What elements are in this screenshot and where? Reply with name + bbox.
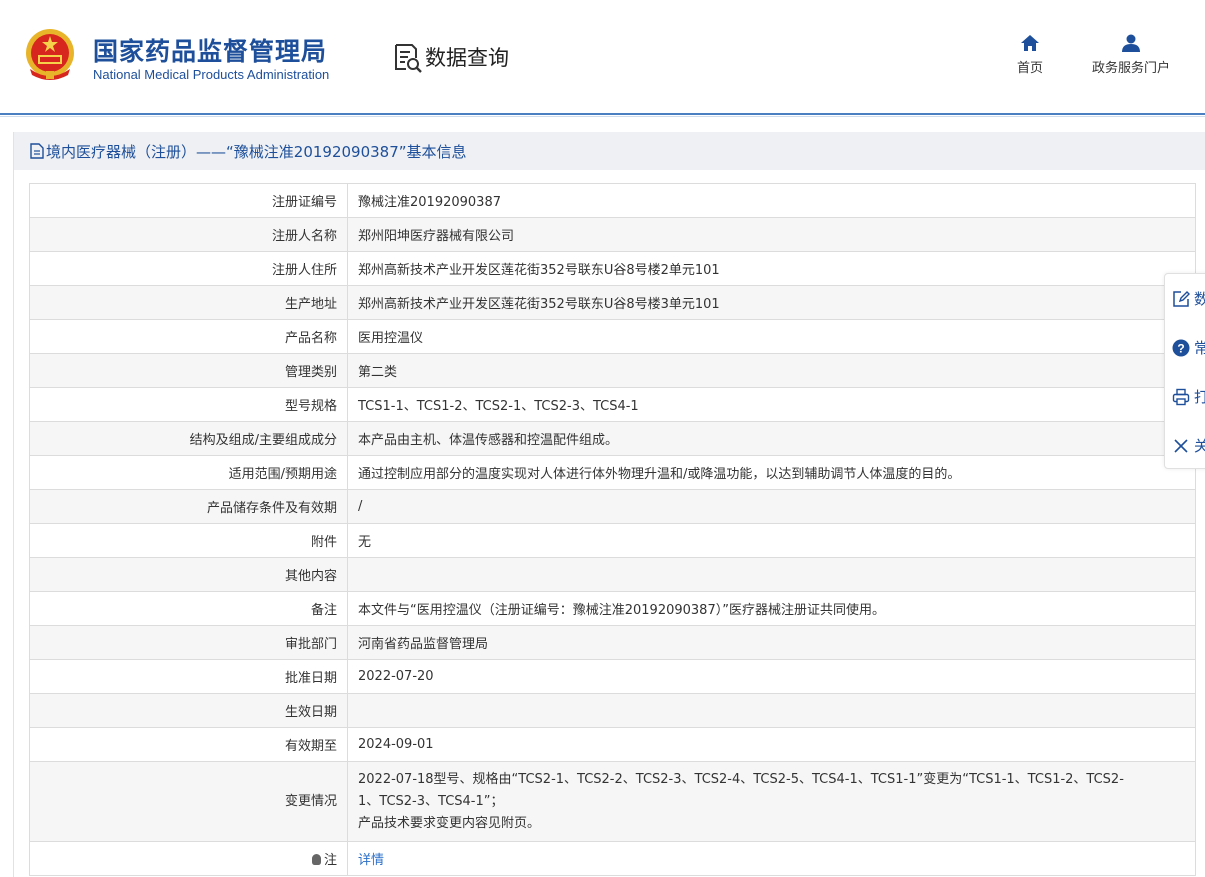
field-value: 河南省药品监督管理局 bbox=[347, 625, 1196, 660]
table-row: 生效日期 bbox=[29, 693, 1196, 728]
table-row-change: 变更情况 2022-07-18型号、规格由“TCS2-1、TCS2-2、TCS2-… bbox=[29, 761, 1196, 842]
field-value: 本文件与“医用控温仪（注册证编号：豫械注准20192090387）”医疗器械注册… bbox=[347, 591, 1196, 626]
sidebar-item-label: 打 bbox=[1194, 386, 1205, 407]
field-value: 无 bbox=[347, 523, 1196, 558]
table-row: 注册人住所 郑州高新技术产业开发区莲花街352号联东U谷8号楼2单元101 bbox=[29, 251, 1196, 286]
field-label: 备注 bbox=[29, 591, 348, 626]
field-label: 注册人住所 bbox=[29, 251, 348, 286]
note-label: 注 bbox=[323, 853, 337, 868]
field-value: 郑州高新技术产业开发区莲花街352号联东U谷8号楼3单元101 bbox=[347, 285, 1196, 320]
sidebar-item-label: 数 bbox=[1194, 288, 1205, 309]
table-row: 附件无 bbox=[29, 523, 1196, 558]
field-label: 适用范围/预期用途 bbox=[29, 455, 348, 490]
sidebar-item-label: 常 bbox=[1194, 337, 1205, 358]
sidebar-item-print[interactable]: 打 bbox=[1165, 372, 1205, 421]
data-query-title: 数据查询 bbox=[391, 41, 509, 73]
change-text-line: 产品技术要求变更内容见附页。 bbox=[358, 815, 541, 831]
user-icon bbox=[1122, 34, 1140, 52]
site-title-en: National Medical Products Administration bbox=[93, 67, 330, 82]
table-row: 产品名称 医用控温仪 bbox=[29, 319, 1196, 354]
field-label: 注册证编号 bbox=[29, 183, 348, 218]
field-value: 郑州高新技术产业开发区莲花街352号联东U谷8号楼2单元101 bbox=[347, 251, 1196, 286]
nav-home-label: 首页 bbox=[1016, 61, 1043, 76]
change-text-line: 1、TCS2-3、TCS4-1”； bbox=[358, 793, 504, 809]
data-query-label: 数据查询 bbox=[425, 46, 509, 70]
svg-text:?: ? bbox=[1177, 341, 1184, 355]
field-label: 生效日期 bbox=[29, 693, 348, 728]
table-row: 结构及组成/主要组成成分 本产品由主机、体温传感器和控温配件组成。 bbox=[29, 421, 1196, 456]
site-header: 国家药品监督管理局 National Medical Products Admi… bbox=[0, 0, 1205, 114]
field-value: 2022-07-18型号、规格由“TCS2-1、TCS2-2、TCS2-3、TC… bbox=[347, 761, 1196, 842]
field-value: 2024-09-01 bbox=[347, 727, 1196, 762]
details-link[interactable]: 详情 bbox=[358, 853, 384, 868]
site-title-cn: 国家药品监督管理局 bbox=[93, 37, 328, 66]
field-value: 豫械注准20192090387 bbox=[347, 183, 1196, 218]
table-row: 审批部门 河南省药品监督管理局 bbox=[29, 625, 1196, 660]
national-emblem-icon bbox=[26, 29, 74, 80]
field-label: 注册人名称 bbox=[29, 217, 348, 252]
table-row: 备注 本文件与“医用控温仪（注册证编号：豫械注准20192090387）”医疗器械… bbox=[29, 591, 1196, 626]
field-label: 其他内容 bbox=[29, 557, 348, 592]
table-row: 注册人名称 郑州阳坤医疗器械有限公司 bbox=[29, 217, 1196, 252]
field-value: / bbox=[347, 489, 1196, 524]
close-icon bbox=[1174, 438, 1188, 453]
field-value: 医用控温仪 bbox=[347, 319, 1196, 354]
field-value: 郑州阳坤医疗器械有限公司 bbox=[347, 217, 1196, 252]
print-icon bbox=[1172, 388, 1190, 405]
nav-portal-label: 政务服务门户 bbox=[1091, 61, 1170, 76]
field-label: 附件 bbox=[29, 523, 348, 558]
header-divider bbox=[0, 113, 1205, 115]
field-label: 变更情况 bbox=[29, 761, 348, 842]
field-label: 生产地址 bbox=[29, 285, 348, 320]
sidebar-item-label: 关 bbox=[1194, 435, 1205, 456]
field-value: TCS1-1、TCS1-2、TCS2-1、TCS2-3、TCS4-1 bbox=[347, 387, 1196, 422]
field-label: 型号规格 bbox=[29, 387, 348, 422]
home-icon bbox=[1021, 35, 1039, 51]
table-row: 批准日期 2022-07-20 bbox=[29, 659, 1196, 694]
document-icon bbox=[30, 143, 44, 159]
field-label: 结构及组成/主要组成成分 bbox=[29, 421, 348, 456]
table-row: 型号规格 TCS1-1、TCS1-2、TCS2-1、TCS2-3、TCS4-1 bbox=[29, 387, 1196, 422]
field-value: 2022-07-20 bbox=[347, 659, 1196, 694]
floating-toolbar: 数 ? 常 打 关 bbox=[1164, 273, 1205, 469]
lightbulb-icon bbox=[311, 854, 321, 865]
info-table: 注册证编号 豫械注准20192090387 注册人名称 郑州阳坤医疗器械有限公司 注册人… bbox=[29, 183, 1196, 876]
field-label: 审批部门 bbox=[29, 625, 348, 660]
field-value: 第二类 bbox=[347, 353, 1196, 388]
field-label: 注 bbox=[29, 841, 348, 876]
table-row: 适用范围/预期用途 通过控制应用部分的温度实现对人体进行体外物理升温和/或降温功能… bbox=[29, 455, 1196, 490]
header-divider-thin bbox=[0, 116, 1205, 117]
change-text-line: 2022-07-18型号、规格由“TCS2-1、TCS2-2、TCS2-3、TC… bbox=[358, 771, 1124, 787]
help-icon: ? bbox=[1172, 339, 1190, 356]
field-value bbox=[347, 557, 1196, 592]
table-row: 有效期至 2024-09-01 bbox=[29, 727, 1196, 762]
table-row: 生产地址 郑州高新技术产业开发区莲花街352号联东U谷8号楼3单元101 bbox=[29, 285, 1196, 320]
table-row-note: 注 详情 bbox=[29, 841, 1196, 876]
table-row: 管理类别 第二类 bbox=[29, 353, 1196, 388]
field-label: 有效期至 bbox=[29, 727, 348, 762]
field-value: 本产品由主机、体温传感器和控温配件组成。 bbox=[347, 421, 1196, 456]
field-label: 批准日期 bbox=[29, 659, 348, 694]
field-label: 管理类别 bbox=[29, 353, 348, 388]
nav-home[interactable]: 首页 bbox=[1010, 34, 1050, 76]
sidebar-item-close[interactable]: 关 bbox=[1165, 421, 1205, 468]
panel-header: 境内医疗器械（注册）——“豫械注准20192090387”基本信息 bbox=[14, 132, 1205, 170]
edit-icon bbox=[1173, 290, 1190, 307]
detail-panel: 境内医疗器械（注册）——“豫械注准20192090387”基本信息 注册证编号豫… bbox=[13, 132, 1205, 877]
nav-service-portal[interactable]: 政务服务门户 bbox=[1085, 34, 1177, 76]
field-label: 产品储存条件及有效期 bbox=[29, 489, 348, 524]
sidebar-item-data[interactable]: 数 bbox=[1165, 274, 1205, 323]
data-query-icon bbox=[395, 44, 422, 73]
field-label: 产品名称 bbox=[29, 319, 348, 354]
table-row: 注册证编号 豫械注准20192090387 bbox=[29, 183, 1196, 218]
field-value bbox=[347, 693, 1196, 728]
field-value: 通过控制应用部分的温度实现对人体进行体外物理升温和/或降温功能，以达到辅助调节人… bbox=[347, 455, 1196, 490]
field-value: 详情 bbox=[347, 841, 1196, 876]
table-row: 其他内容 bbox=[29, 557, 1196, 592]
sidebar-item-help[interactable]: ? 常 bbox=[1165, 323, 1205, 372]
panel-title: 境内医疗器械（注册）——“豫械注准20192090387”基本信息 bbox=[46, 142, 467, 161]
table-row: 产品储存条件及有效期 / bbox=[29, 489, 1196, 524]
